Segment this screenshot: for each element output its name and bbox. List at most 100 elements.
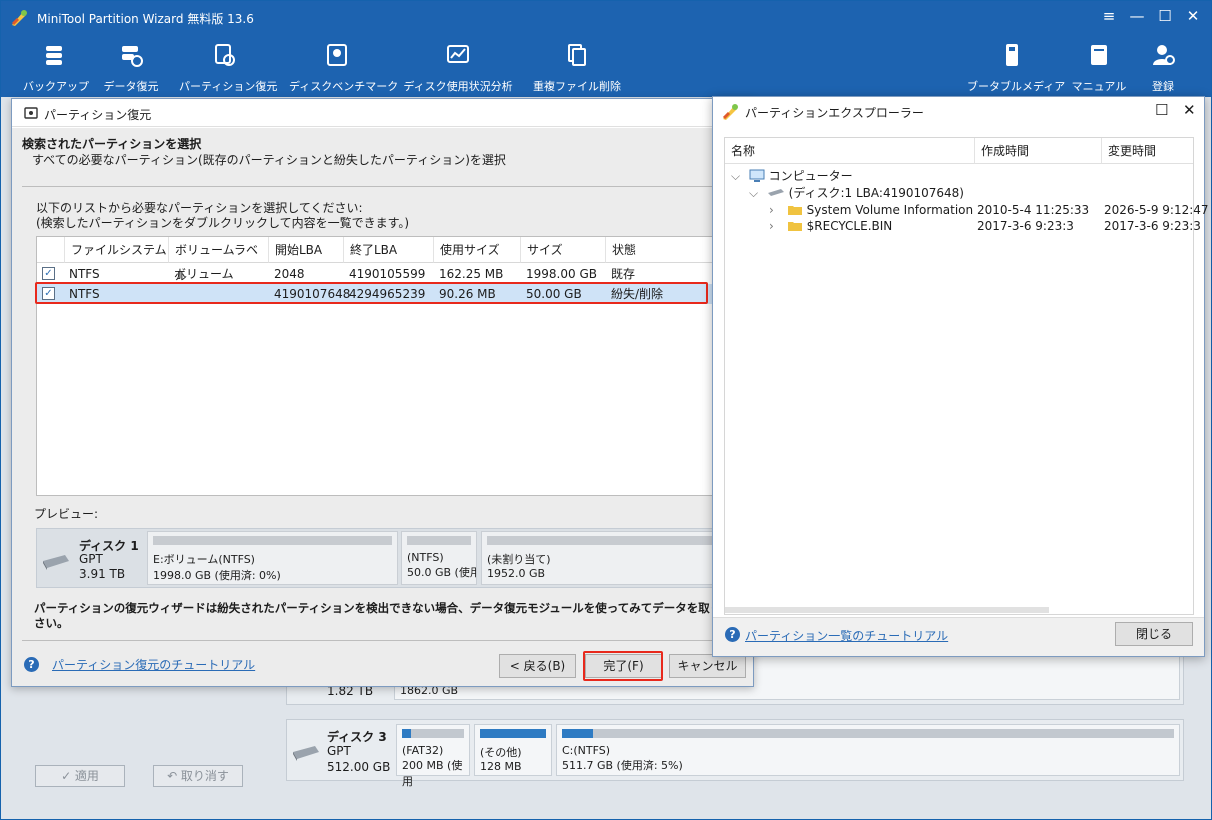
row-checkbox[interactable]: ✓ xyxy=(42,267,55,280)
explorer-tutorial-link[interactable]: パーティション一覧のチュートリアル xyxy=(745,627,948,644)
disk-3-segment-fat32[interactable]: (FAT32) 200 MB (使用 xyxy=(396,724,470,788)
register-icon xyxy=(1153,45,1175,65)
chevron-right-icon[interactable]: › xyxy=(769,218,783,234)
bootable-media-icon xyxy=(1006,44,1018,66)
disk-3-name: ディスク 3 xyxy=(327,730,387,744)
manual-icon xyxy=(1091,45,1107,65)
close-icon[interactable]: ✕ xyxy=(1183,7,1203,25)
divider xyxy=(22,640,742,641)
computer-icon xyxy=(749,169,765,182)
hard-disk-icon xyxy=(293,746,319,761)
explorer-header: パーティションエクスプローラー ☐ ✕ xyxy=(713,97,1204,127)
backup-icon xyxy=(46,46,62,65)
tutorial-link[interactable]: パーティション復元のチュートリアル xyxy=(52,656,255,673)
preview-disk-size: 3.91 TB xyxy=(79,567,126,581)
table-header-start-lba[interactable]: 開始LBA xyxy=(269,237,344,263)
preview-segment[interactable]: E:ボリューム(NTFS) 1998.0 GB (使用済: 0%) xyxy=(147,531,398,585)
divider xyxy=(22,186,742,187)
partition-table: ファイルシステム ボリュームラベル 開始LBA 終了LBA 使用サイズ サイズ … xyxy=(35,236,736,496)
title-bar: MiniTool Partition Wizard 無料版 13.6 ≡ — ☐… xyxy=(1,1,1211,35)
preview-segment[interactable]: (未割り当て) 1952.0 GB xyxy=(481,531,735,585)
table-row[interactable]: ✓ NTFS ボリューム 2048 4190105599 162.25 MB 1… xyxy=(37,264,735,284)
disk-3-type: GPT xyxy=(327,744,351,758)
dialog-header: パーティション復元 xyxy=(12,99,753,127)
table-header-used[interactable]: 使用サイズ xyxy=(434,237,521,263)
tree-item-disk[interactable]: ⌵ (ディスク:1 LBA:4190107648) xyxy=(749,185,964,201)
instruction-line-2: (検索したパーティションをダブルクリックして内容を一覧できます。) xyxy=(36,216,410,230)
explorer-header-created[interactable]: 作成時間 xyxy=(975,138,1102,164)
disk-3-size: 512.00 GB xyxy=(327,760,391,774)
partition-recovery-dialog: パーティション復元 検索されたパーティションを選択 すべての必要なパーティション… xyxy=(11,98,754,687)
explorer-footer: ? パーティション一覧のチュートリアル 閉じる xyxy=(713,617,1204,656)
space-analyzer-icon xyxy=(447,45,469,63)
apply-button[interactable]: ✓ 適用 xyxy=(35,765,125,787)
finish-highlight-outline xyxy=(583,651,663,681)
hamburger-menu-icon[interactable]: ≡ xyxy=(1099,7,1119,25)
preview-disk-map: ディスク 1 GPT 3.91 TB E:ボリューム(NTFS) 1998.0 … xyxy=(36,528,736,588)
toolbar-register-button[interactable]: 登録 xyxy=(1139,35,1187,97)
main-toolbar: バックアップ データ復元 パーティション復元 ディスクベンチマーク ディスク使用… xyxy=(1,35,1211,97)
table-header-label[interactable]: ボリュームラベル xyxy=(169,237,269,283)
explorer-title: パーティションエクスプローラー xyxy=(745,106,924,120)
table-header-end-lba[interactable]: 終了LBA xyxy=(344,237,434,263)
preview-disk-type: GPT xyxy=(79,552,103,566)
disk-benchmark-icon xyxy=(327,44,347,66)
note-line-2: さい。 xyxy=(34,616,69,630)
explorer-header-name[interactable]: 名称 xyxy=(725,138,975,164)
explorer-logo-icon xyxy=(722,104,738,120)
toolbar-partition-recovery-button[interactable]: パーティション復元 xyxy=(179,35,277,97)
partition-recovery-icon xyxy=(215,44,235,66)
toolbar-manual-button[interactable]: マニュアル xyxy=(1069,35,1129,97)
disk-3-panel[interactable]: ディスク 3 GPT 512.00 GB (FAT32) 200 MB (使用 … xyxy=(286,719,1184,788)
chevron-down-icon[interactable]: ⌵ xyxy=(731,168,745,184)
table-header-fs[interactable]: ファイルシステム xyxy=(65,237,169,263)
tree-item-folder[interactable]: › $RECYCLE.BIN 2017-3-6 9:23:3 2017-3-6 … xyxy=(769,218,1201,234)
minimize-icon[interactable]: — xyxy=(1127,7,1147,25)
table-header-check xyxy=(37,237,65,263)
dialog-drive-icon xyxy=(24,107,38,119)
hard-disk-icon xyxy=(43,555,69,570)
dialog-subheading: すべての必要なパーティション(既存のパーティションと紛失したパーティション)を選… xyxy=(32,153,506,167)
toolbar-disk-benchmark-button[interactable]: ディスクベンチマーク xyxy=(289,35,398,97)
chevron-right-icon[interactable]: › xyxy=(769,202,783,218)
drive-icon xyxy=(767,189,784,196)
help-icon: ? xyxy=(24,657,39,672)
horizontal-scrollbar[interactable] xyxy=(725,607,1049,613)
explorer-file-list: 名称 作成時間 変更時間 ⌵ コンピューター ⌵ (ディスク:1 LBA:419… xyxy=(724,137,1209,615)
folder-icon xyxy=(787,222,802,231)
cancel-button[interactable]: キャンセル xyxy=(669,654,746,678)
tree-item-computer[interactable]: ⌵ コンピューター xyxy=(731,168,853,184)
folder-icon xyxy=(787,206,802,215)
chevron-down-icon[interactable]: ⌵ xyxy=(749,185,763,201)
back-button[interactable]: < 戻る(B) xyxy=(499,654,576,678)
app-title: MiniTool Partition Wizard 無料版 13.6 xyxy=(37,12,254,26)
toolbar-data-recovery-button[interactable]: データ復元 xyxy=(99,35,163,97)
table-header-size[interactable]: サイズ xyxy=(521,237,606,263)
preview-label: プレビュー: xyxy=(34,507,99,521)
dialog-title: パーティション復元 xyxy=(44,108,152,122)
undo-button[interactable]: ↶ 取り消す xyxy=(153,765,243,787)
explorer-header-modified[interactable]: 変更時間 xyxy=(1102,138,1193,164)
dialog-body: 検索されたパーティションを選択 すべての必要なパーティション(既存のパーティショ… xyxy=(12,128,753,686)
preview-segment[interactable]: (NTFS) 50.0 GB (使用 xyxy=(401,531,477,585)
tree-item-folder[interactable]: › System Volume Information 2010-5-4 11:… xyxy=(769,202,1209,218)
help-icon: ? xyxy=(725,627,740,642)
duplicate-file-icon xyxy=(568,44,586,66)
partition-explorer-window: パーティションエクスプローラー ☐ ✕ 名称 作成時間 変更時間 ⌵ コンピュー… xyxy=(712,96,1209,657)
note-line-1: パーティションの復元ウィザードは紛失されたパーティションを検出できない場合、デー… xyxy=(34,601,744,615)
dialog-heading: 検索されたパーティションを選択 xyxy=(22,137,202,151)
close-icon[interactable]: ✕ xyxy=(1183,101,1196,119)
maximize-icon[interactable]: ☐ xyxy=(1155,7,1175,25)
disk-3-segment-c[interactable]: C:(NTFS) 511.7 GB (使用済: 5%) xyxy=(556,724,1180,776)
toolbar-duplicate-file-button[interactable]: 重複ファイル削除 xyxy=(531,35,623,97)
disk-3-segment-other[interactable]: (その他) 128 MB xyxy=(474,724,552,776)
app-logo-icon xyxy=(11,10,27,26)
highlight-outline xyxy=(35,282,708,304)
data-recovery-icon xyxy=(122,46,143,67)
explorer-close-button[interactable]: 閉じる xyxy=(1115,622,1193,646)
toolbar-bootable-media-button[interactable]: ブータブルメディア xyxy=(967,35,1065,97)
maximize-icon[interactable]: ☐ xyxy=(1155,101,1168,119)
toolbar-space-analyzer-button[interactable]: ディスク使用状況分析 xyxy=(403,35,513,97)
toolbar-backup-button[interactable]: バックアップ xyxy=(23,35,89,97)
app-window: MiniTool Partition Wizard 無料版 13.6 ≡ — ☐… xyxy=(0,0,1212,820)
